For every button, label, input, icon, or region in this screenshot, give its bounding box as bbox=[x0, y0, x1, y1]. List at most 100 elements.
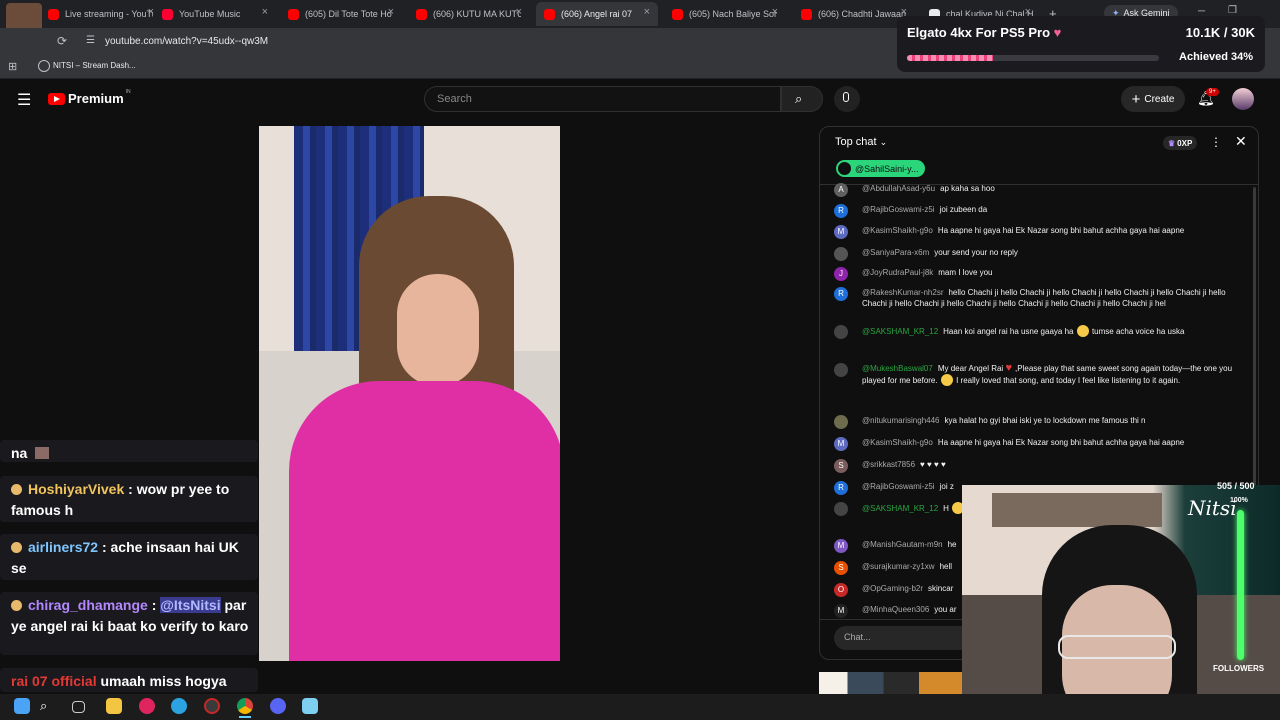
overlay-chat-user: HoshiyarVivek bbox=[28, 481, 125, 497]
chat-author[interactable]: @RajibGoswami-z5i bbox=[862, 205, 935, 214]
chat-avatar[interactable]: S bbox=[834, 561, 848, 575]
close-tab-icon[interactable]: × bbox=[516, 6, 522, 18]
chrome-icon[interactable] bbox=[237, 698, 253, 714]
apps-grid-icon[interactable]: ⊞ bbox=[8, 60, 17, 73]
close-tab-icon[interactable]: × bbox=[262, 6, 268, 18]
browser-tab[interactable]: YouTube Music × bbox=[154, 2, 276, 26]
tab-favicon-icon bbox=[801, 8, 812, 20]
browser-tab[interactable]: (605) Nach Baliye Song × bbox=[664, 2, 786, 26]
chat-message[interactable]: R @RajibGoswami-z5i joi zubeen da bbox=[834, 204, 1234, 218]
chat-text: Ha aapne hi gaya hai Ek Nazar song bhi b… bbox=[937, 438, 1185, 447]
chat-avatar[interactable]: A bbox=[834, 183, 848, 197]
chat-author[interactable]: @surajkumar-zy1xw bbox=[862, 562, 935, 571]
plus-icon: + bbox=[1131, 90, 1141, 108]
chat-author[interactable]: @JoyRudraPaul-j8k bbox=[862, 268, 933, 277]
opera-gx-icon[interactable] bbox=[139, 698, 155, 714]
chat-message[interactable]: @MukeshBaswal07 My dear Angel Rai ♥ ,Plea… bbox=[834, 363, 1234, 386]
chat-avatar[interactable]: M bbox=[834, 604, 848, 618]
start-icon[interactable] bbox=[14, 698, 30, 714]
telegram-icon[interactable] bbox=[171, 698, 187, 714]
video-player[interactable] bbox=[259, 126, 560, 661]
bookmark-item[interactable]: NITSI – Stream Dash... bbox=[53, 61, 136, 70]
donation-thumbnails[interactable] bbox=[819, 672, 962, 694]
hamburger-menu-icon[interactable]: ☰ bbox=[17, 90, 31, 110]
discord-icon[interactable] bbox=[270, 698, 286, 714]
chat-author[interactable]: @MukeshBaswal07 bbox=[862, 364, 933, 373]
chat-avatar[interactable] bbox=[834, 502, 848, 516]
overlay-chat-message: airliners72 : ache insaan hai UK se bbox=[0, 534, 258, 580]
account-avatar[interactable] bbox=[1232, 88, 1254, 110]
chat-author[interactable]: @KasimShaikh-g9o bbox=[862, 438, 933, 447]
browser-tab[interactable]: (606) Angel rai 07 × bbox=[536, 2, 658, 26]
chat-author[interactable]: @RakeshKumar-nh2sr bbox=[862, 288, 943, 297]
site-info-icon[interactable]: ☰ bbox=[86, 35, 95, 46]
chat-message[interactable]: J @JoyRudraPaul-j8k mam I love you bbox=[834, 267, 1234, 281]
chat-avatar[interactable]: R bbox=[834, 481, 848, 495]
chat-message[interactable]: R @RakeshKumar-nh2sr hello Chachi ji hello… bbox=[834, 287, 1234, 309]
chat-avatar[interactable] bbox=[834, 363, 848, 377]
reload-icon[interactable]: ⟳ bbox=[57, 34, 67, 48]
chat-avatar[interactable]: J bbox=[834, 267, 848, 281]
chat-avatar[interactable]: O bbox=[834, 583, 848, 597]
chat-message[interactable]: @SAKSHAM_KR_12 Haan koi angel rai ha usne… bbox=[834, 325, 1234, 339]
pinned-user-chip[interactable]: @SahilSaini-y... bbox=[836, 160, 925, 177]
chat-message[interactable]: @nitukumarisingh446 kya halat ho gyi bhai… bbox=[834, 415, 1234, 429]
chat-author[interactable]: @ManishGautam-m9n bbox=[862, 540, 943, 549]
chat-author[interactable]: @KasimShaikh-g9o bbox=[862, 226, 933, 235]
youtube-logo[interactable]: Premium IN bbox=[48, 89, 131, 106]
chat-author[interactable]: @RajibGoswami-z5i bbox=[862, 482, 935, 491]
search-input[interactable]: Search bbox=[424, 86, 781, 112]
search-taskbar-icon[interactable]: ⌕ bbox=[40, 698, 56, 714]
browser-tab[interactable]: (606) KUTU MA KUTU × bbox=[408, 2, 530, 26]
chat-avatar[interactable]: M bbox=[834, 225, 848, 239]
overlay-chat-message: chirag_dhamange : @ItsNitsi par ye angel… bbox=[0, 592, 258, 655]
close-chat-icon[interactable]: ✕ bbox=[1235, 133, 1247, 150]
chat-author[interactable]: @SAKSHAM_KR_12 bbox=[862, 504, 938, 513]
chat-input[interactable]: Chat... bbox=[834, 626, 974, 650]
chat-text: I really loved that song, and today I fe… bbox=[956, 376, 1181, 385]
chat-avatar[interactable]: R bbox=[834, 287, 848, 301]
close-tab-icon[interactable]: × bbox=[772, 6, 778, 18]
chat-avatar[interactable]: M bbox=[834, 539, 848, 553]
emote-icon bbox=[35, 447, 50, 459]
tab-favicon-icon bbox=[416, 8, 427, 20]
xp-badge[interactable]: ♛ 0XP bbox=[1163, 136, 1198, 150]
browser-tab[interactable]: Live streaming - YouTu × bbox=[40, 2, 162, 26]
chat-mode-dropdown[interactable]: Top chat ⌄ bbox=[835, 136, 887, 148]
chat-avatar[interactable]: M bbox=[834, 437, 848, 451]
more-options-icon[interactable]: ⋮ bbox=[1210, 135, 1222, 149]
chat-text: mam I love you bbox=[938, 268, 993, 277]
chat-author[interactable]: @nitukumarisingh446 bbox=[862, 416, 940, 425]
notepad-icon[interactable] bbox=[302, 698, 318, 714]
chat-avatar[interactable] bbox=[834, 247, 848, 261]
chat-text: ap kaha sa hoo bbox=[940, 184, 995, 193]
chat-author[interactable]: @SaniyaPara-x6m bbox=[862, 248, 929, 257]
chat-avatar[interactable] bbox=[834, 415, 848, 429]
chat-message[interactable]: @SaniyaPara-x6m your send your no reply bbox=[834, 247, 1234, 261]
restore-icon[interactable]: ❐ bbox=[1228, 5, 1237, 16]
chat-avatar[interactable]: R bbox=[834, 204, 848, 218]
chat-message[interactable]: M @KasimShaikh-g9o Ha aapne hi gaya hai Ek… bbox=[834, 437, 1234, 451]
chat-avatar[interactable]: S bbox=[834, 459, 848, 473]
webcam-shelf bbox=[992, 493, 1162, 527]
close-tab-icon[interactable]: × bbox=[388, 6, 394, 18]
chat-author[interactable]: @srikkast7856 bbox=[862, 460, 915, 469]
close-tab-icon[interactable]: × bbox=[644, 6, 650, 18]
file-explorer-icon[interactable] bbox=[106, 698, 122, 714]
voice-search-button[interactable] bbox=[834, 86, 860, 112]
chat-author[interactable]: @OpGaming-b2r bbox=[862, 584, 923, 593]
search-button[interactable]: ⌕ bbox=[781, 86, 823, 112]
browser-tab[interactable]: (605) Dil Tote Tote Ho × bbox=[280, 2, 402, 26]
chat-author[interactable]: @MinhaQueen306 bbox=[862, 605, 929, 614]
chat-message[interactable]: M @KasimShaikh-g9o Ha aapne hi gaya hai Ek… bbox=[834, 225, 1234, 239]
chat-author[interactable]: @SAKSHAM_KR_12 bbox=[862, 327, 938, 336]
pinned-user-label: @SahilSaini-y... bbox=[855, 163, 919, 174]
task-view-icon[interactable] bbox=[72, 701, 85, 713]
chat-avatar[interactable] bbox=[834, 325, 848, 339]
chat-message[interactable]: A @AbdullahAsad-y6u ap kaha sa hoo bbox=[834, 183, 1234, 197]
create-button[interactable]: + Create bbox=[1121, 86, 1185, 112]
chat-author[interactable]: @AbdullahAsad-y6u bbox=[862, 184, 935, 193]
url-field[interactable]: youtube.com/watch?v=45udx--qw3M bbox=[105, 36, 268, 47]
chat-message[interactable]: S @srikkast7856 ♥ ♥ ♥ ♥ bbox=[834, 459, 1234, 473]
recorder-icon[interactable] bbox=[204, 698, 220, 714]
